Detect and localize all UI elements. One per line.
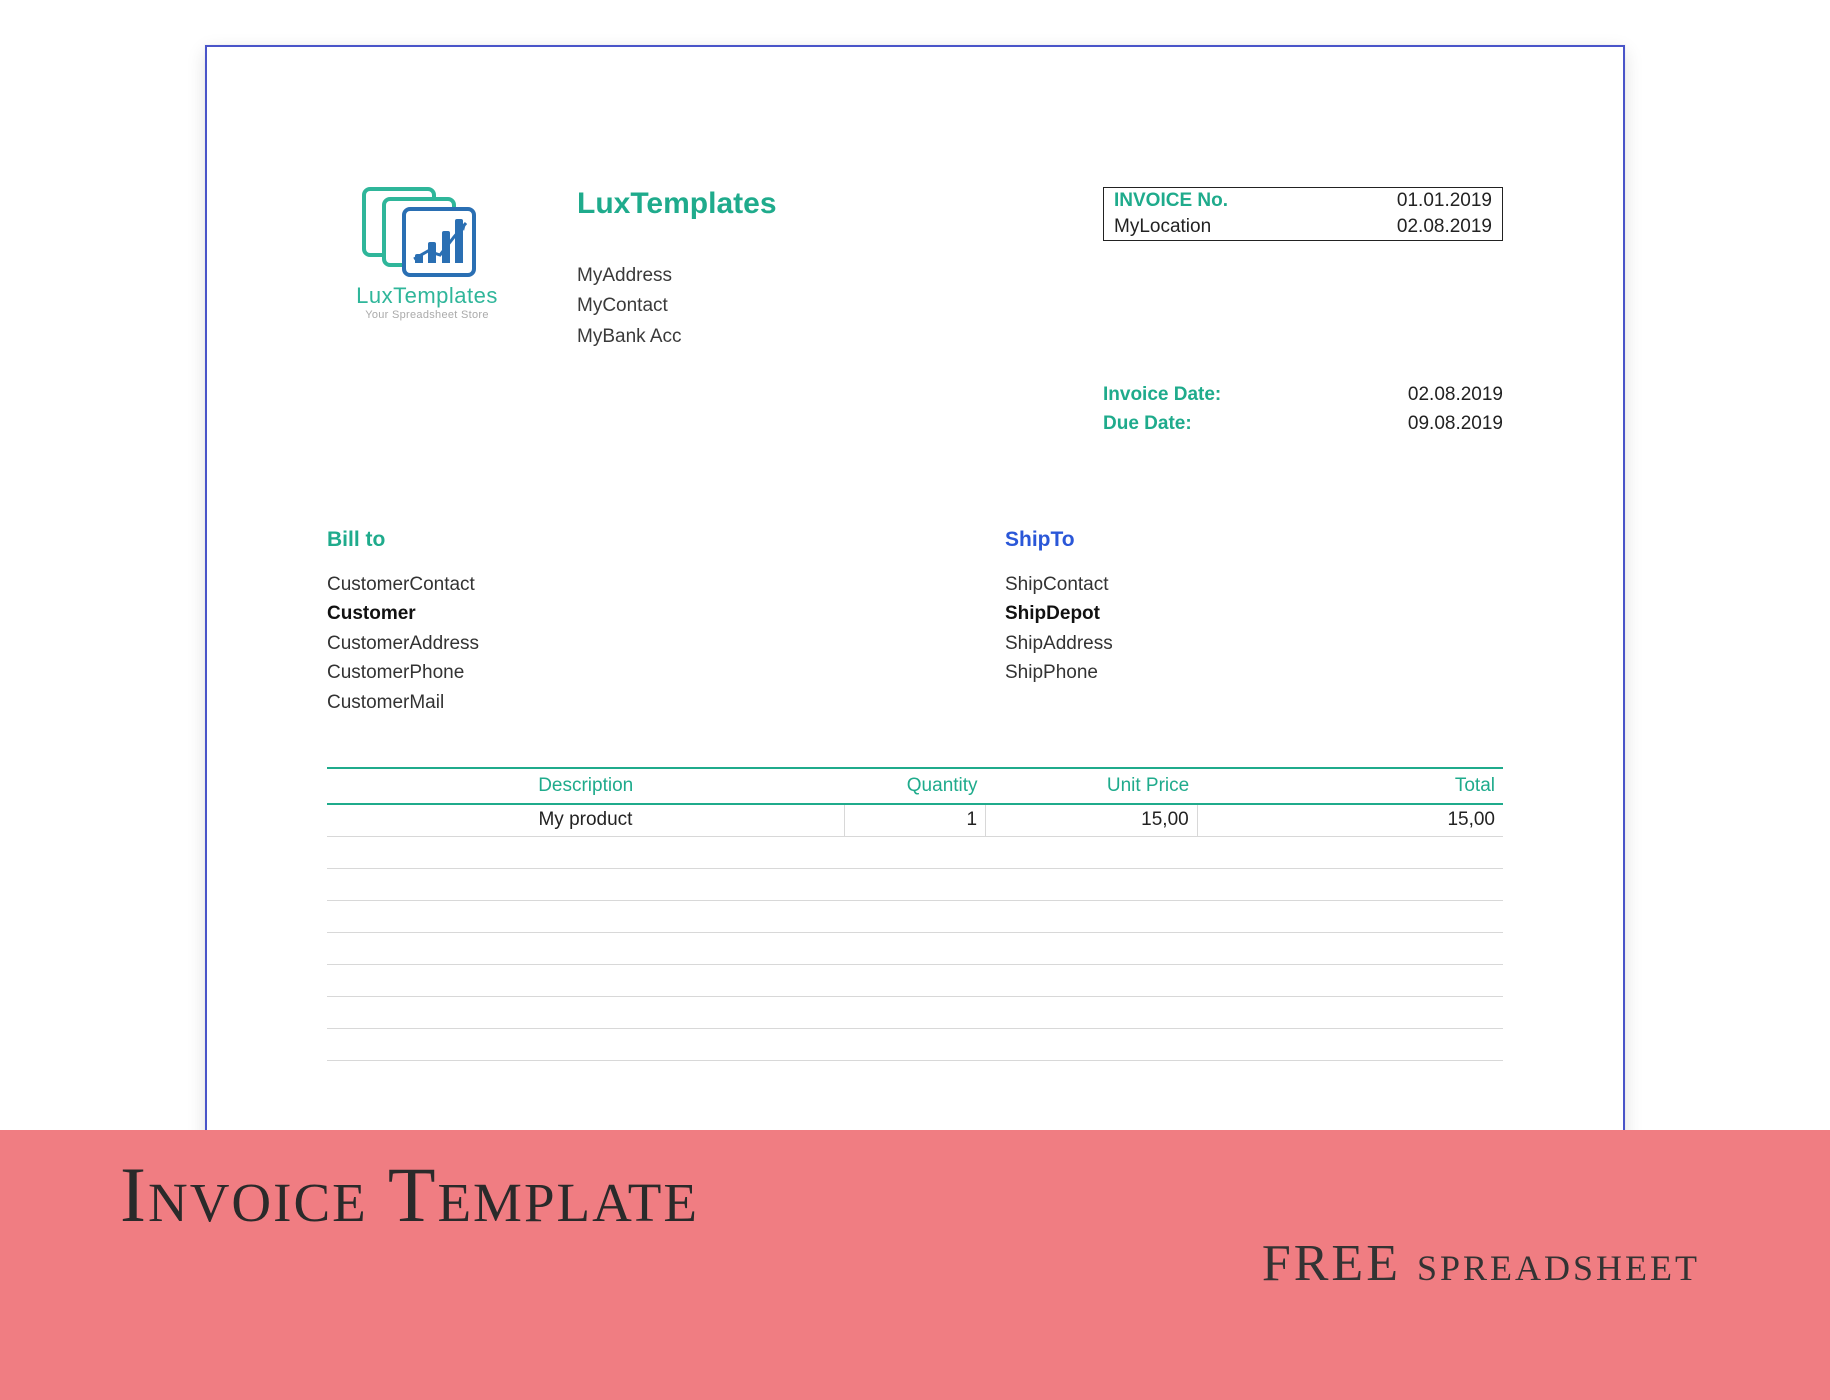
dates-block: Invoice Date: 02.08.2019 Due Date: 09.08… bbox=[1103, 381, 1503, 438]
col-quantity: Quantity bbox=[844, 768, 985, 804]
ship-to-line: ShipAddress bbox=[1005, 629, 1503, 658]
date-label: Invoice Date: bbox=[1103, 381, 1408, 410]
col-unit-price: Unit Price bbox=[986, 768, 1198, 804]
bill-to-line: CustomerContact bbox=[327, 570, 825, 599]
table-row: My product115,0015,00 bbox=[327, 804, 1503, 836]
banner-title: Invoice Template bbox=[120, 1150, 1730, 1240]
invoice-info-box: INVOICE No. 01.01.2019 MyLocation 02.08.… bbox=[1103, 187, 1503, 241]
company-bank: MyBank Acc bbox=[577, 322, 1083, 352]
info-box-column: INVOICE No. 01.01.2019 MyLocation 02.08.… bbox=[1103, 187, 1503, 438]
cell-total: 15,00 bbox=[1197, 804, 1503, 836]
cell-quantity: 1 bbox=[844, 804, 985, 836]
ship-to-line: ShipContact bbox=[1005, 570, 1503, 599]
header-row: LuxTemplates Your Spreadsheet Store LuxT… bbox=[327, 187, 1503, 438]
info-value: 01.01.2019 bbox=[1397, 190, 1492, 212]
table-row-empty bbox=[327, 964, 1503, 996]
ship-to-line: ShipPhone bbox=[1005, 658, 1503, 687]
logo-text: LuxTemplates bbox=[327, 283, 527, 309]
ship-to-block: ShipTo ShipContactShipDepotShipAddressSh… bbox=[1005, 528, 1503, 717]
company-name: LuxTemplates bbox=[577, 187, 1083, 221]
company-address: MyAddress bbox=[577, 261, 1083, 291]
table-row-empty bbox=[327, 836, 1503, 868]
table-row-empty bbox=[327, 900, 1503, 932]
table-row-empty bbox=[327, 932, 1503, 964]
due-date-row: Due Date: 09.08.2019 bbox=[1103, 410, 1503, 439]
bill-to-line: CustomerAddress bbox=[327, 629, 825, 658]
col-total: Total bbox=[1197, 768, 1503, 804]
promo-banner: Invoice Template FREE spreadsheet bbox=[0, 1130, 1830, 1400]
table-row-empty bbox=[327, 868, 1503, 900]
logo: LuxTemplates Your Spreadsheet Store bbox=[327, 187, 557, 321]
company-contact: MyContact bbox=[577, 291, 1083, 321]
info-label: MyLocation bbox=[1114, 216, 1397, 238]
logo-subtext: Your Spreadsheet Store bbox=[327, 309, 527, 321]
bill-to-block: Bill to CustomerContactCustomerCustomerA… bbox=[327, 528, 825, 717]
col-description: Description bbox=[327, 768, 844, 804]
info-row-invoice-no: INVOICE No. 01.01.2019 bbox=[1104, 188, 1502, 214]
info-row-location: MyLocation 02.08.2019 bbox=[1104, 214, 1502, 240]
info-label: INVOICE No. bbox=[1114, 190, 1397, 212]
table-header-row: Description Quantity Unit Price Total bbox=[327, 768, 1503, 804]
table-row-empty bbox=[327, 996, 1503, 1028]
cell-description: My product bbox=[327, 804, 844, 836]
logo-icon bbox=[362, 187, 492, 277]
cell-unit-price: 15,00 bbox=[986, 804, 1198, 836]
line-items-table: Description Quantity Unit Price Total My… bbox=[327, 767, 1503, 1061]
bill-to-line: CustomerPhone bbox=[327, 658, 825, 687]
table-row-empty bbox=[327, 1028, 1503, 1060]
invoice-date-row: Invoice Date: 02.08.2019 bbox=[1103, 381, 1503, 410]
info-value: 02.08.2019 bbox=[1397, 216, 1492, 238]
ship-to-line: ShipDepot bbox=[1005, 599, 1503, 628]
date-label: Due Date: bbox=[1103, 410, 1408, 439]
ship-to-title: ShipTo bbox=[1005, 528, 1503, 552]
bill-to-line: Customer bbox=[327, 599, 825, 628]
bill-to-title: Bill to bbox=[327, 528, 825, 552]
date-value: 09.08.2019 bbox=[1408, 410, 1503, 439]
date-value: 02.08.2019 bbox=[1408, 381, 1503, 410]
parties-row: Bill to CustomerContactCustomerCustomerA… bbox=[327, 528, 1503, 717]
bill-to-line: CustomerMail bbox=[327, 688, 825, 717]
banner-subtitle: FREE spreadsheet bbox=[120, 1234, 1730, 1293]
company-block: LuxTemplates MyAddress MyContact MyBank … bbox=[577, 187, 1083, 352]
